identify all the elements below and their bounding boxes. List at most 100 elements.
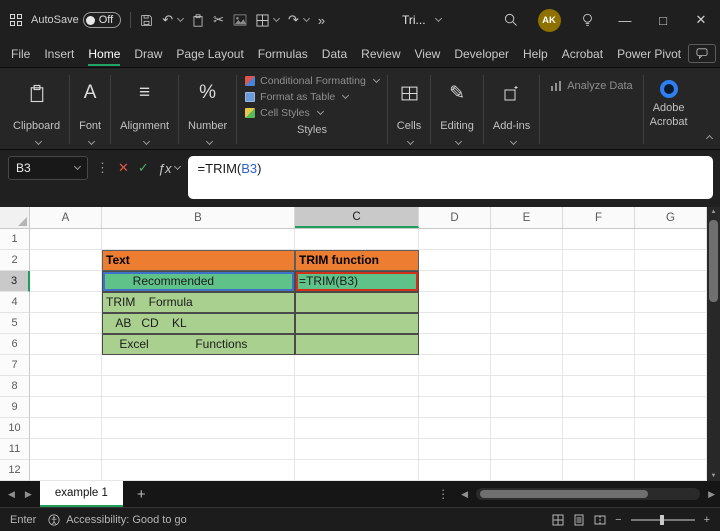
tips-button[interactable]	[568, 0, 606, 40]
cell-F2[interactable]	[563, 250, 635, 271]
cell-D6[interactable]	[419, 334, 491, 355]
excel-app-icon[interactable]	[10, 14, 22, 26]
cell-E8[interactable]	[491, 376, 563, 397]
redo-button[interactable]: ↷	[288, 12, 309, 28]
search-button[interactable]	[492, 0, 530, 40]
alignment-group[interactable]: ≡ Alignment	[111, 72, 178, 147]
cell-G10[interactable]	[635, 418, 707, 439]
cut-button[interactable]: ✂	[213, 12, 224, 28]
comments-button[interactable]	[688, 44, 716, 63]
tab-formulas[interactable]: Formulas	[251, 40, 315, 68]
scroll-down-icon[interactable]: ▼	[711, 473, 717, 479]
borders-button[interactable]	[256, 14, 279, 27]
cell-D4[interactable]	[419, 292, 491, 313]
select-all-corner[interactable]	[0, 207, 30, 228]
save-button[interactable]	[140, 14, 153, 27]
cell-A9[interactable]	[30, 397, 102, 418]
cell-A6[interactable]	[30, 334, 102, 355]
row-header-2[interactable]: 2	[0, 250, 30, 271]
cell-A10[interactable]	[30, 418, 102, 439]
cell-A5[interactable]	[30, 313, 102, 334]
minimize-button[interactable]: —	[606, 0, 644, 40]
tab-view[interactable]: View	[408, 40, 448, 68]
cell-G2[interactable]	[635, 250, 707, 271]
cell-B5[interactable]: AB CD KL	[102, 313, 295, 334]
cell-C3[interactable]: =TRIM(B3)	[295, 271, 419, 292]
formula-input[interactable]: =TRIM(B3)	[188, 156, 713, 199]
cell-A8[interactable]	[30, 376, 102, 397]
cell-C2[interactable]: TRIM function	[295, 250, 419, 271]
cell-B11[interactable]	[102, 439, 295, 460]
cell-F3[interactable]	[563, 271, 635, 292]
cell-A11[interactable]	[30, 439, 102, 460]
row-header-1[interactable]: 1	[0, 229, 30, 250]
cell-D2[interactable]	[419, 250, 491, 271]
cell-B7[interactable]	[102, 355, 295, 376]
cell-E3[interactable]	[491, 271, 563, 292]
horizontal-scrollbar[interactable]	[476, 488, 700, 500]
tabbar-options-icon[interactable]: ⋮	[437, 487, 449, 501]
font-group[interactable]: A Font	[70, 72, 110, 147]
add-sheet-button[interactable]: +	[131, 486, 152, 503]
tab-data[interactable]: Data	[315, 40, 354, 68]
cell-D3[interactable]	[419, 271, 491, 292]
cell-G5[interactable]	[635, 313, 707, 334]
cell-C10[interactable]	[295, 418, 419, 439]
row-header-7[interactable]: 7	[0, 355, 30, 376]
cell-D10[interactable]	[419, 418, 491, 439]
cell-B4[interactable]: TRIM Formula	[102, 292, 295, 313]
addins-group[interactable]: Add-ins	[484, 72, 539, 147]
cell-C4[interactable]	[295, 292, 419, 313]
cell-B8[interactable]	[102, 376, 295, 397]
col-header-C[interactable]: C	[295, 207, 419, 228]
cell-D5[interactable]	[419, 313, 491, 334]
cell-C7[interactable]	[295, 355, 419, 376]
document-title[interactable]: Tri...	[402, 0, 441, 40]
cell-E9[interactable]	[491, 397, 563, 418]
cell-C1[interactable]	[295, 229, 419, 250]
qat-overflow-button[interactable]: »	[318, 13, 325, 28]
cell-C5[interactable]	[295, 313, 419, 334]
cell-E12[interactable]	[491, 460, 563, 481]
cell-C6[interactable]	[295, 334, 419, 355]
page-layout-view-button[interactable]	[573, 514, 585, 526]
col-header-D[interactable]: D	[419, 207, 491, 228]
row-header-10[interactable]: 10	[0, 418, 30, 439]
cell-G12[interactable]	[635, 460, 707, 481]
number-group[interactable]: % Number	[179, 72, 236, 147]
cell-B1[interactable]	[102, 229, 295, 250]
cell-F5[interactable]	[563, 313, 635, 334]
cell-F6[interactable]	[563, 334, 635, 355]
zoom-out-button[interactable]: −	[615, 514, 621, 526]
cell-C8[interactable]	[295, 376, 419, 397]
cell-E4[interactable]	[491, 292, 563, 313]
cell-D7[interactable]	[419, 355, 491, 376]
col-header-F[interactable]: F	[563, 207, 635, 228]
scroll-up-icon[interactable]: ▲	[711, 209, 717, 215]
scroll-left-icon[interactable]: ◀	[461, 489, 468, 500]
cell-D9[interactable]	[419, 397, 491, 418]
cell-B9[interactable]	[102, 397, 295, 418]
cell-A2[interactable]	[30, 250, 102, 271]
conditional-formatting-button[interactable]: Conditional Formatting	[245, 75, 379, 87]
cell-G3[interactable]	[635, 271, 707, 292]
cell-A4[interactable]	[30, 292, 102, 313]
cell-F1[interactable]	[563, 229, 635, 250]
tab-insert[interactable]: Insert	[37, 40, 81, 68]
cell-C9[interactable]	[295, 397, 419, 418]
tab-power-pivot[interactable]: Power Pivot	[610, 40, 688, 68]
cell-G9[interactable]	[635, 397, 707, 418]
row-header-11[interactable]: 11	[0, 439, 30, 460]
next-sheet-icon[interactable]: ▶	[25, 489, 32, 500]
cell-D1[interactable]	[419, 229, 491, 250]
tab-developer[interactable]: Developer	[447, 40, 516, 68]
maximize-button[interactable]: □	[644, 0, 682, 40]
cell-B12[interactable]	[102, 460, 295, 481]
cell-A1[interactable]	[30, 229, 102, 250]
tab-file[interactable]: File	[4, 40, 37, 68]
cell-B6[interactable]: Excel Functions	[102, 334, 295, 355]
row-header-4[interactable]: 4	[0, 292, 30, 313]
cell-E1[interactable]	[491, 229, 563, 250]
normal-view-button[interactable]	[552, 514, 564, 526]
vertical-scrollbar[interactable]: ▲ ▼	[707, 207, 720, 481]
